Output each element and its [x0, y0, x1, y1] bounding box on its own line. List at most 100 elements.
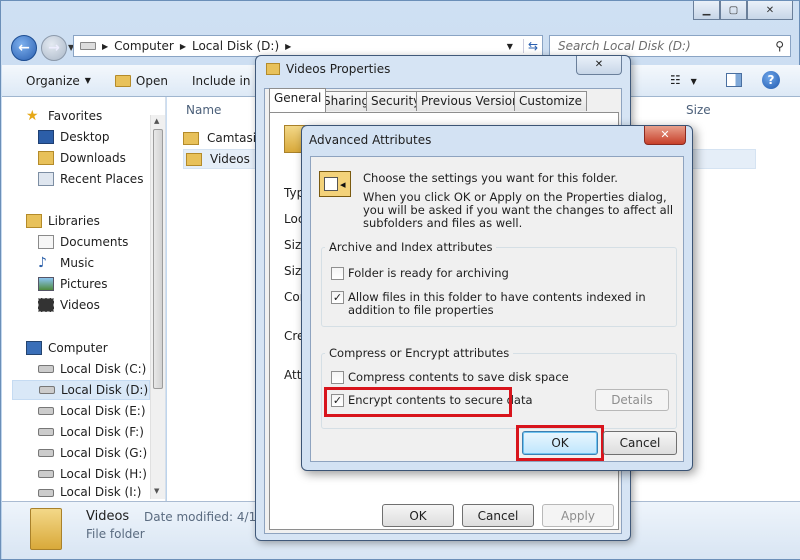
organize-button[interactable]: Organize ▼ [26, 74, 91, 88]
scroll-up-icon[interactable]: ▲ [154, 117, 159, 125]
properties-apply-button[interactable]: Apply [542, 504, 614, 527]
open-label: Open [135, 73, 168, 88]
archive-ready-checkbox[interactable]: Folder is ready for archiving [331, 267, 509, 280]
compress-group-label: Compress or Encrypt attributes [325, 346, 514, 360]
forward-button[interactable]: → [41, 35, 67, 61]
nav-videos-label: Videos [60, 298, 100, 312]
compress-label: Compress contents to save disk space [348, 370, 569, 384]
breadcrumb-separator-icon: ▶ [179, 41, 186, 51]
recent-places-icon [38, 172, 54, 186]
view-options-button[interactable]: ☷ ▼ [670, 73, 697, 87]
drive-icon [80, 42, 96, 50]
details-date-modified: Date modified: 4/1/2 [144, 510, 268, 524]
search-placeholder: Search Local Disk (D:) [558, 39, 691, 53]
breadcrumb-separator-icon: ▶ [102, 41, 109, 51]
star-icon: ★ [26, 108, 39, 124]
drive-icon [38, 407, 54, 415]
include-in-library-button[interactable]: Include in l [192, 74, 258, 88]
back-arrow-icon: ← [18, 40, 30, 56]
advanced-intro-detail: When you click OK or Apply on the Proper… [363, 190, 674, 230]
drive-icon [38, 470, 54, 478]
folder-icon [183, 131, 199, 145]
nav-favorites-label: Favorites [48, 109, 103, 123]
include-label: Include in l [191, 73, 258, 88]
search-input[interactable]: Search Local Disk (D:) ⚲ [549, 35, 791, 57]
view-list-icon: ☷ [670, 73, 681, 87]
arrow-icon: ◂ [340, 178, 346, 191]
breadcrumb-computer[interactable]: Computer [114, 39, 174, 53]
videos-icon [38, 298, 54, 312]
advanced-ok-button[interactable]: OK [522, 431, 598, 455]
checklist-icon [324, 177, 338, 191]
documents-icon [38, 235, 54, 249]
drive-icon [39, 386, 55, 394]
advanced-intro: Choose the settings you want for this fo… [363, 171, 618, 185]
compress-checkbox[interactable]: Compress contents to save disk space [331, 371, 569, 384]
pictures-icon [38, 277, 54, 291]
advanced-attributes-dialog: Advanced Attributes ✕ ◂ Choose the setti… [301, 125, 693, 471]
encrypt-highlight [324, 387, 512, 417]
back-button[interactable]: ← [11, 35, 37, 61]
drive-icon [38, 449, 54, 457]
nav-desktop-label: Desktop [60, 130, 110, 144]
search-icon: ⚲ [775, 39, 784, 53]
details-button[interactable]: Details [595, 389, 669, 411]
preview-pane-icon[interactable] [726, 73, 742, 87]
nav-drive-label: Local Disk (C:) [60, 362, 147, 376]
properties-ok-button[interactable]: OK [382, 504, 454, 527]
details-name: Videos [86, 509, 130, 524]
open-button[interactable]: Open [114, 73, 168, 88]
advanced-body: ◂ Choose the settings you want for this … [310, 156, 684, 462]
tab-customize[interactable]: Customize [514, 91, 587, 111]
folder-large-icon [30, 508, 62, 550]
nav-drive-label: Local Disk (F:) [60, 425, 144, 439]
forward-arrow-icon: → [48, 40, 60, 56]
column-header-name[interactable]: Name [186, 103, 221, 117]
nav-drive-d[interactable]: Local Disk (D:) [12, 380, 150, 400]
advanced-cancel-button[interactable]: Cancel [603, 431, 677, 455]
nav-downloads-label: Downloads [60, 151, 126, 165]
drive-icon [38, 428, 54, 436]
file-row[interactable]: Camtasia [183, 128, 263, 148]
nav-documents-label: Documents [60, 235, 129, 249]
advanced-title: Advanced Attributes [309, 133, 432, 147]
nav-recent-places-label: Recent Places [60, 172, 144, 186]
archive-group-label: Archive and Index attributes [325, 240, 497, 254]
address-bar[interactable]: ▶ Computer ▶ Local Disk (D:) ▶ ▼ ⇆ [73, 35, 543, 57]
minimize-icon: ▁ [702, 4, 711, 16]
index-contents-checkbox[interactable]: ✓ Allow files in this folder to have con… [331, 291, 671, 317]
folder-icon [186, 152, 202, 166]
properties-cancel-button[interactable]: Cancel [462, 504, 534, 527]
column-header-size[interactable]: Size [686, 103, 711, 117]
desktop-icon [38, 130, 54, 144]
address-dropdown-icon[interactable]: ▼ [507, 42, 513, 51]
scroll-down-icon[interactable]: ▼ [154, 487, 159, 495]
folder-icon [114, 74, 131, 87]
advanced-close-button[interactable]: ✕ [644, 126, 686, 145]
nav-scrollbar[interactable]: ▲ ▼ [150, 115, 165, 499]
breadcrumb-local-disk-d[interactable]: Local Disk (D:) [192, 39, 279, 53]
nav-pictures-label: Pictures [60, 277, 108, 291]
close-button[interactable]: ✕ [747, 1, 793, 20]
help-icon[interactable]: ? [762, 71, 780, 89]
maximize-button[interactable]: ▢ [720, 1, 747, 20]
details-type: File folder [86, 527, 145, 541]
nav-drive-label: Local Disk (E:) [60, 404, 146, 418]
refresh-icon[interactable]: ⇆ [522, 39, 542, 53]
close-icon: ✕ [765, 4, 775, 16]
drive-icon [38, 365, 54, 373]
minimize-button[interactable]: ▁ [693, 1, 720, 20]
file-name: Videos [210, 152, 250, 166]
properties-close-button[interactable]: ✕ [576, 56, 622, 75]
libraries-icon [26, 214, 42, 228]
checkbox-box [331, 371, 344, 384]
tab-general[interactable]: General [269, 88, 327, 112]
archive-ready-label: Folder is ready for archiving [348, 266, 509, 280]
folder-attributes-icon: ◂ [319, 171, 351, 197]
properties-title: Videos Properties [286, 62, 391, 76]
downloads-folder-icon [38, 151, 54, 165]
nav-drive-label: Local Disk (I:) [60, 485, 142, 499]
organize-label: Organize [26, 73, 80, 88]
scroll-thumb[interactable] [153, 129, 163, 389]
close-icon: ✕ [660, 128, 670, 141]
